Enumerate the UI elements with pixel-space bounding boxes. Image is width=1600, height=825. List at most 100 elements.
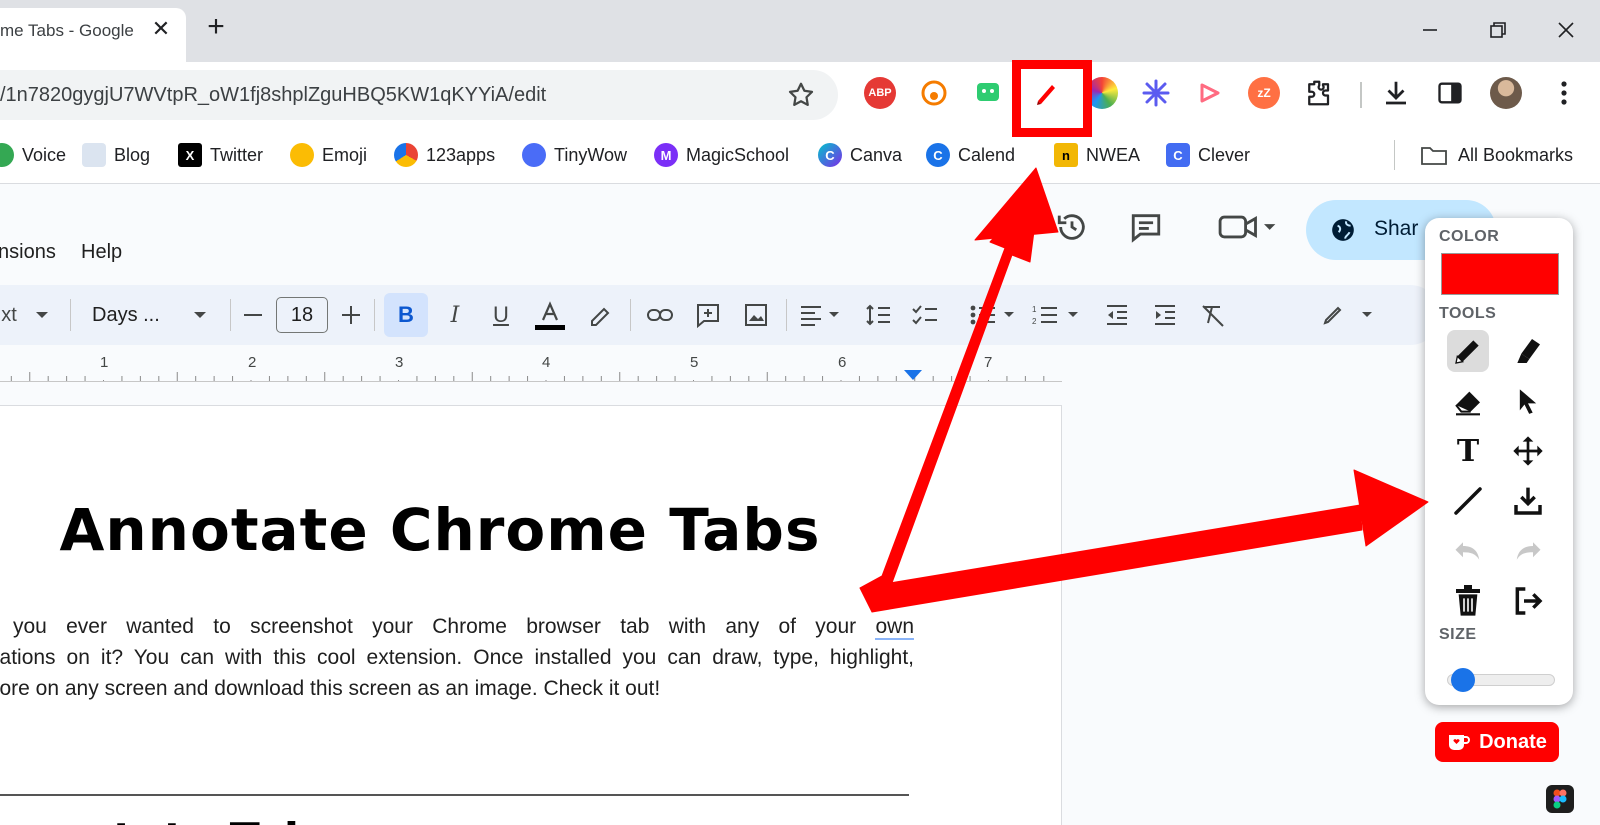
decrease-indent-icon[interactable] <box>1102 293 1132 337</box>
text-icon[interactable]: T <box>1447 430 1489 472</box>
size-label: SIZE <box>1439 626 1477 643</box>
screencast-icon[interactable] <box>1194 77 1226 109</box>
bookmark-label: Twitter <box>210 144 264 165</box>
bookmark-emoji[interactable]: Emoji <box>290 140 367 170</box>
trash-icon[interactable] <box>1447 580 1489 622</box>
minimize-icon[interactable] <box>1410 12 1450 48</box>
figma-icon[interactable] <box>1546 785 1574 813</box>
globe-icon <box>1332 219 1354 241</box>
link-icon[interactable] <box>644 293 676 337</box>
profile-avatar[interactable] <box>1490 77 1522 109</box>
pen-icon[interactable] <box>1447 330 1489 372</box>
bold-icon[interactable]: B <box>384 293 428 337</box>
bookmark-calendar[interactable]: C Calend <box>926 140 1015 170</box>
bookmark-123apps[interactable]: 123apps <box>394 140 495 170</box>
adblock-plus-icon[interactable]: ABP <box>864 77 896 109</box>
decrease-font-icon[interactable] <box>240 293 266 337</box>
color-swatch[interactable] <box>1441 253 1559 295</box>
ruler-number: 3 <box>395 354 404 371</box>
style-dropdown[interactable]: xt <box>0 293 20 337</box>
eraser-icon[interactable] <box>1447 380 1489 422</box>
menu-help[interactable]: Help <box>81 241 122 264</box>
chevron-down-icon[interactable] <box>30 293 54 337</box>
exit-icon[interactable] <box>1507 580 1549 622</box>
document-subheading: nnotate Tab <box>20 814 315 825</box>
comments-icon[interactable] <box>1126 207 1166 247</box>
tab-close-icon[interactable]: ✕ <box>149 17 173 41</box>
increase-indent-icon[interactable] <box>1150 293 1180 337</box>
browser-tab[interactable]: me Tabs - Google ✕ <box>0 8 186 62</box>
annotate-panel: COLOR TOOLS T SIZE <box>1425 218 1573 705</box>
spellcheck-word[interactable]: own <box>875 615 914 640</box>
editing-mode-icon[interactable] <box>1320 293 1376 337</box>
svg-text:2: 2 <box>1032 317 1037 326</box>
bookmark-tinywow[interactable]: TinyWow <box>522 140 627 170</box>
italic-icon[interactable]: I <box>440 293 470 337</box>
checklist-icon[interactable] <box>908 293 942 337</box>
numbered-list-icon[interactable]: 12 <box>1030 293 1082 337</box>
close-window-icon[interactable] <box>1546 12 1586 48</box>
font-size-input[interactable]: 18 <box>276 297 328 333</box>
bookmark-nwea[interactable]: n NWEA <box>1054 140 1140 170</box>
bookmark-clever[interactable]: C Clever <box>1166 140 1250 170</box>
meet-camera-icon[interactable] <box>1212 207 1282 247</box>
save-download-icon[interactable] <box>1507 480 1549 522</box>
highlight-icon[interactable] <box>584 293 616 337</box>
honey-icon[interactable] <box>918 77 950 109</box>
donate-button[interactable]: Donate <box>1435 722 1559 762</box>
line-icon[interactable] <box>1447 480 1489 522</box>
bookmarks-bar: Voice Blog X Twitter Emoji 123apps TinyWo… <box>0 128 1600 184</box>
address-bar[interactable]: /1n7820gygjU7WVtpR_oW1fj8shplZguHBQ5KW1q… <box>0 70 838 120</box>
bookmark-star-icon[interactable] <box>786 80 816 115</box>
bullet-list-icon[interactable] <box>968 293 1018 337</box>
add-comment-icon[interactable] <box>692 293 724 337</box>
bookmark-label: Clever <box>1198 144 1251 165</box>
highlighter-icon[interactable] <box>1507 330 1549 372</box>
bookmark-label: Calend <box>958 144 1016 165</box>
right-indent-marker-icon[interactable] <box>904 370 922 380</box>
url-text: /1n7820gygjU7WVtpR_oW1fj8shplZguHBQ5KW1q… <box>0 84 547 106</box>
clear-formatting-icon[interactable] <box>1198 293 1228 337</box>
extensions-puzzle-icon[interactable] <box>1302 77 1334 109</box>
redo-icon[interactable] <box>1507 530 1549 572</box>
all-bookmarks[interactable]: All Bookmarks <box>1420 140 1573 170</box>
move-icon[interactable] <box>1507 430 1549 472</box>
bookmark-blog[interactable]: Blog <box>82 140 150 170</box>
version-history-icon[interactable] <box>1052 207 1092 247</box>
x-logo-icon: X <box>178 143 202 167</box>
download-icon[interactable] <box>1380 77 1412 109</box>
tab-strip: me Tabs - Google ✕ + <box>0 0 1600 62</box>
bookmark-canva[interactable]: C Canva <box>818 140 902 170</box>
size-slider-thumb[interactable] <box>1450 668 1475 692</box>
side-panel-icon[interactable] <box>1434 77 1466 109</box>
chevron-down-icon[interactable] <box>188 293 212 337</box>
pointer-icon[interactable] <box>1507 380 1549 422</box>
share-label: Shar <box>1374 217 1419 240</box>
font-dropdown[interactable]: Days ... <box>92 293 172 337</box>
new-tab-button[interactable]: + <box>202 12 230 42</box>
more-menu-icon[interactable] <box>1548 77 1580 109</box>
underline-icon[interactable]: U <box>486 293 516 337</box>
ruler-number: 6 <box>838 354 847 371</box>
toolbar-separator <box>374 299 375 331</box>
document-page[interactable]: Annotate Chrome Tabs e you ever wanted t… <box>0 405 1062 825</box>
menu-extensions[interactable]: nsions <box>0 241 56 264</box>
align-icon[interactable] <box>796 293 846 337</box>
line-spacing-icon[interactable] <box>862 293 896 337</box>
insert-image-icon[interactable] <box>740 293 772 337</box>
bookmark-twitter[interactable]: X Twitter <box>178 140 263 170</box>
snooze-icon[interactable]: zZ <box>1248 77 1280 109</box>
bookmark-label: Canva <box>850 144 903 165</box>
toolbar-separator <box>230 299 231 331</box>
clever-icon: C <box>1166 143 1190 167</box>
increase-font-icon[interactable] <box>338 293 364 337</box>
ai-star-icon[interactable] <box>1140 77 1172 109</box>
ruler-number: 4 <box>542 354 551 371</box>
restore-icon[interactable] <box>1478 12 1518 48</box>
bookmark-magicschool[interactable]: M MagicSchool <box>654 140 789 170</box>
tab-title: me Tabs - Google <box>0 21 134 40</box>
undo-icon[interactable] <box>1447 530 1489 572</box>
screen-capture-icon[interactable] <box>972 77 1004 109</box>
text-color-icon[interactable] <box>530 293 570 337</box>
bookmark-voice[interactable]: Voice <box>0 140 66 170</box>
